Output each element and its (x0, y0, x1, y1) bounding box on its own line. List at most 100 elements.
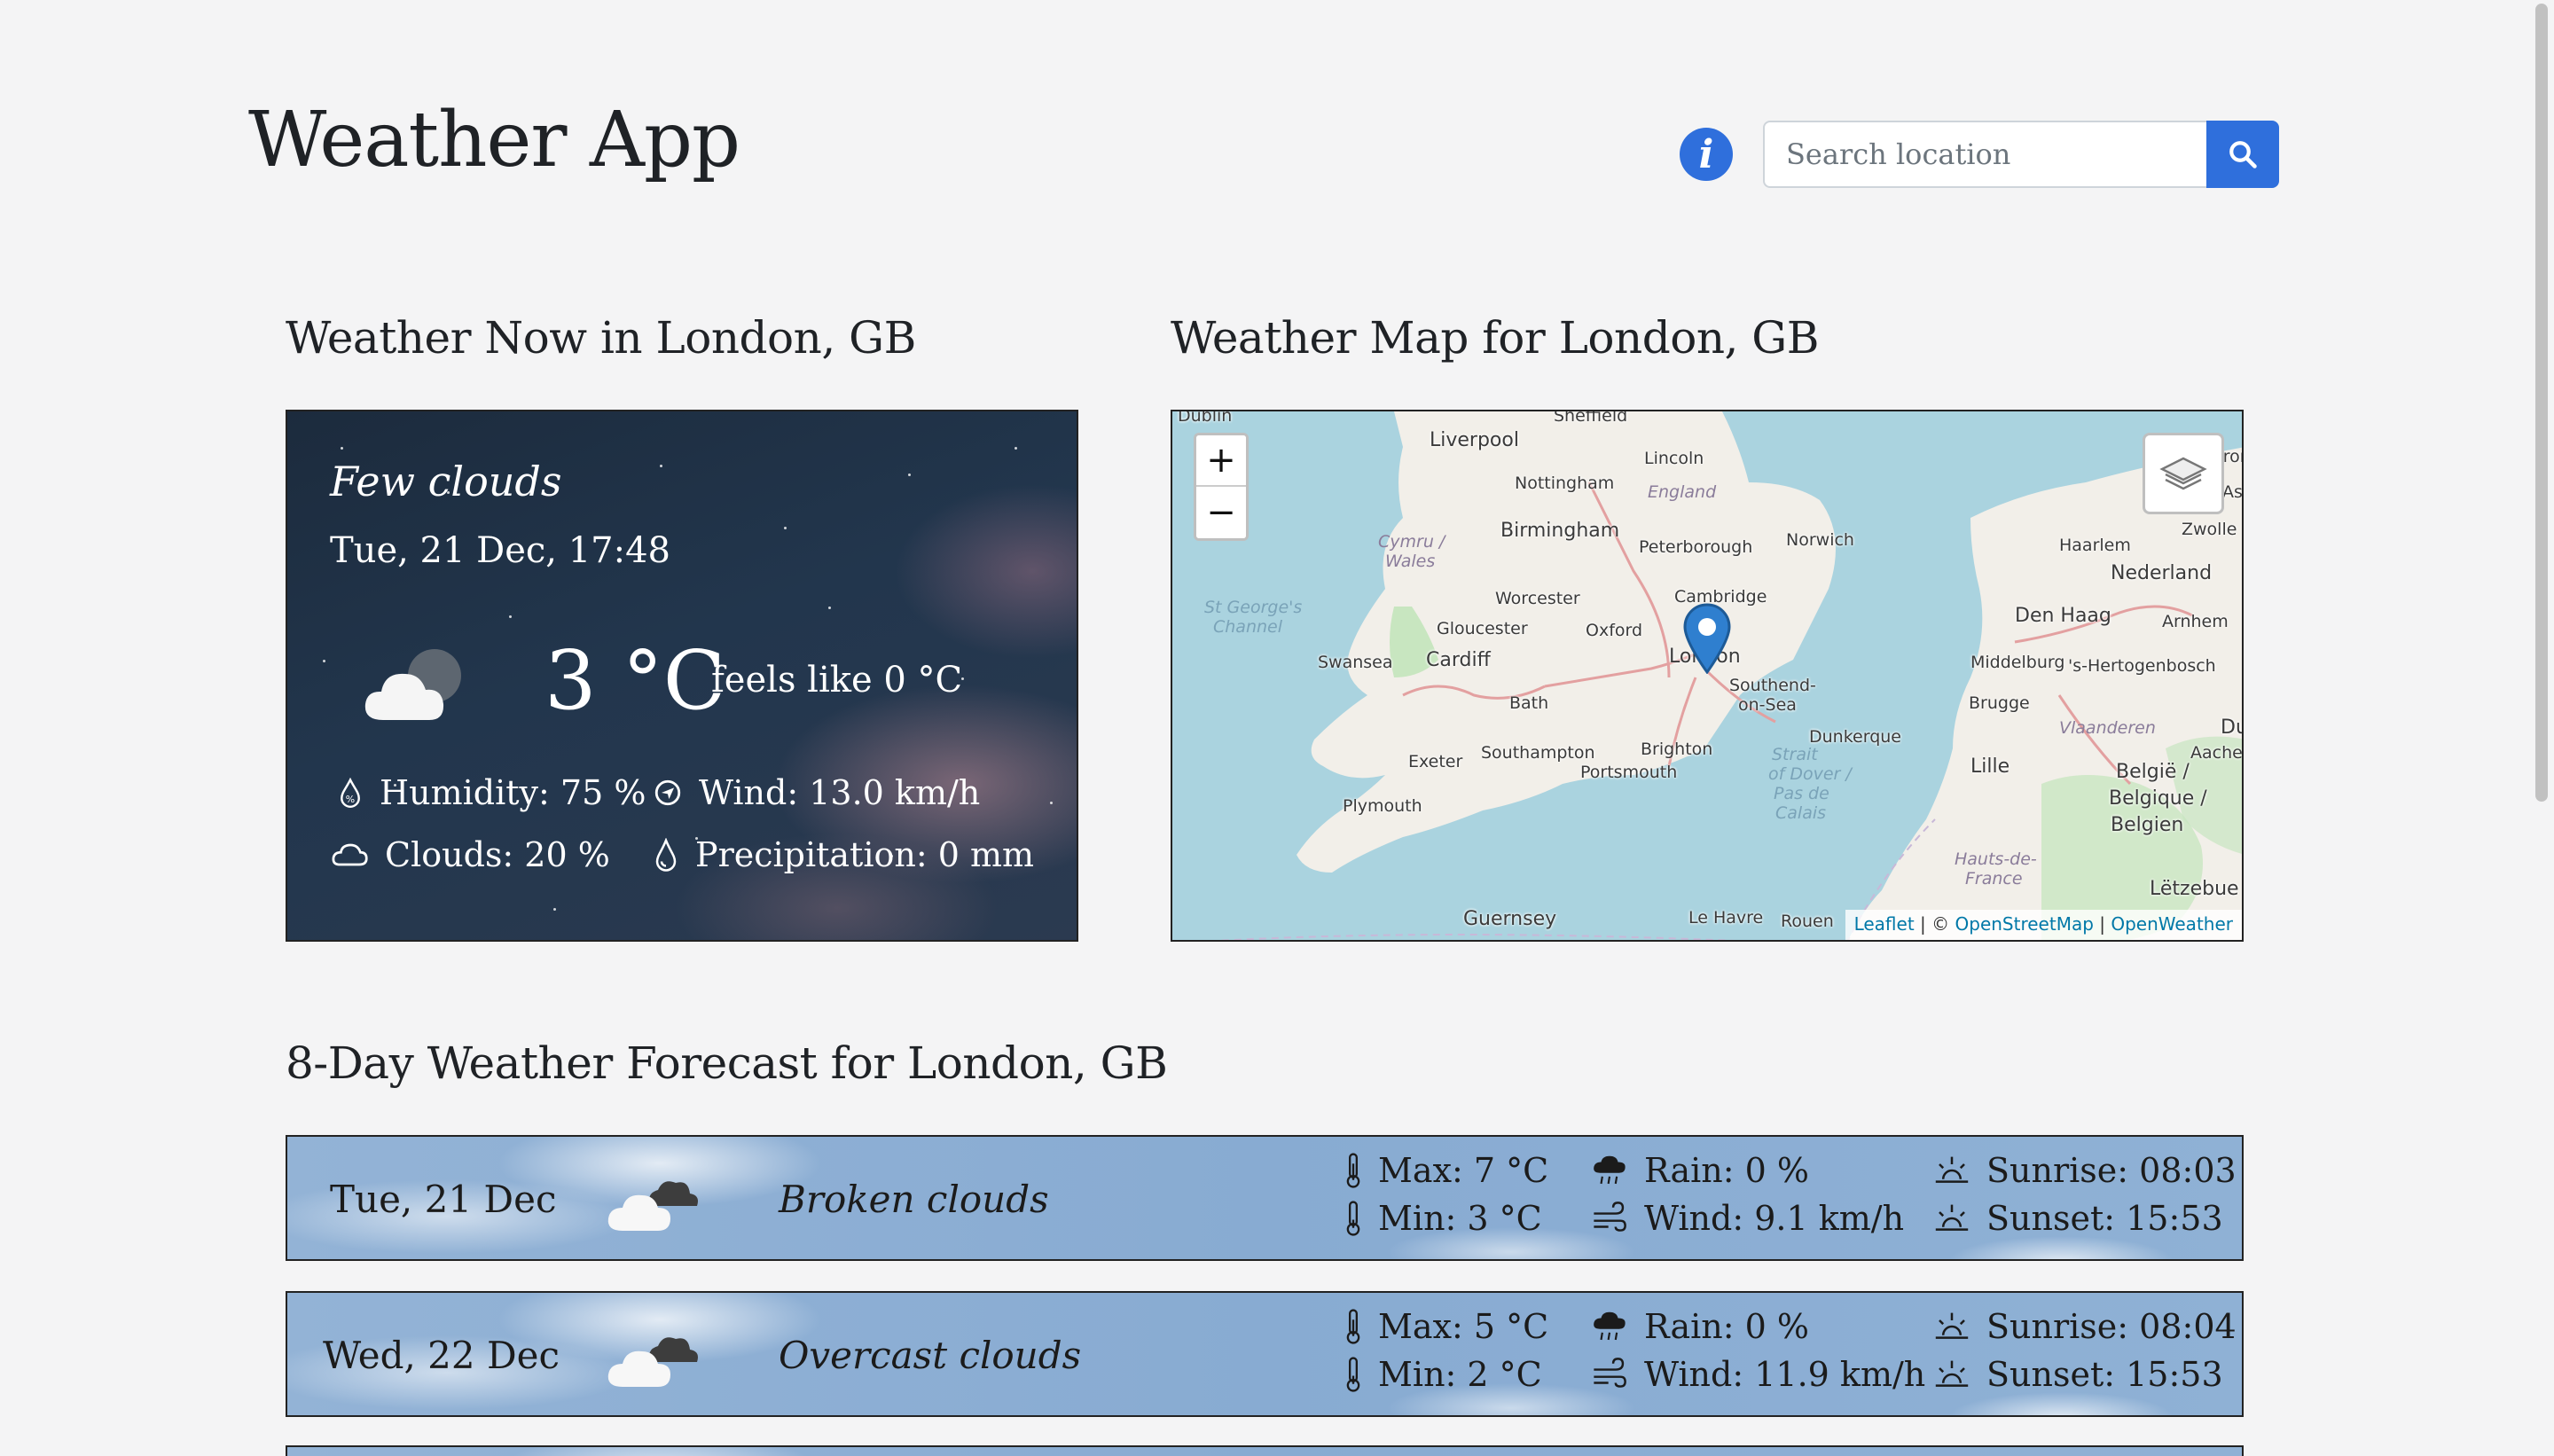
forecast-wind: Wind: 9.1 km/h (1591, 1199, 1904, 1238)
map-marker-icon[interactable] (1683, 603, 1731, 674)
forecast-heading: 8-Day Weather Forecast for London, GB (286, 1037, 1168, 1089)
clouds-text: Clouds: 20 % (385, 835, 610, 874)
map-label: Swansea (1318, 653, 1393, 672)
map-label: of Dover / (1768, 764, 1852, 784)
leaflet-link[interactable]: Leaflet (1854, 913, 1915, 935)
scrollbar-thumb[interactable] (2535, 4, 2548, 802)
map-label: Oxford (1586, 621, 1643, 640)
forecast-rain-text: Rain: 0 % (1644, 1151, 1810, 1190)
forecast-description: Overcast clouds (779, 1334, 1082, 1377)
map-label: België / (2116, 761, 2190, 783)
forecast-max-text: Max: 5 °C (1378, 1307, 1549, 1346)
forecast-max: Max: 7 °C (1344, 1151, 1548, 1190)
map-label: Channel (1213, 617, 1283, 637)
forecast-row: Tue, 21 Dec Broken clouds Max: 7 °C Min:… (286, 1135, 2244, 1261)
forecast-sunrise-text: Sunrise: 08:03 (1986, 1151, 2237, 1190)
openweather-link[interactable]: OpenWeather (2111, 913, 2233, 935)
broken-clouds-icon (607, 1181, 698, 1231)
map-label: Aachen (2190, 743, 2243, 763)
map-label: on-Sea (1738, 695, 1797, 715)
forecast-sunrise-text: Sunrise: 08:04 (1986, 1307, 2237, 1346)
weather-description: Few clouds (330, 458, 562, 505)
openstreetmap-link[interactable]: OpenStreetMap (1955, 913, 2094, 935)
weather-map[interactable]: Dublin Sheffield Liverpool Lincoln Notti… (1171, 410, 2244, 942)
app-title: Weather App (248, 96, 740, 184)
few-clouds-night-icon (364, 649, 461, 720)
sunset-icon (1935, 1360, 1969, 1387)
forecast-min-text: Min: 3 °C (1378, 1199, 1542, 1238)
precipitation-text: Precipitation: 0 mm (695, 835, 1035, 874)
search-bar (1763, 121, 2279, 188)
svg-text:%: % (346, 794, 355, 805)
map-label: Zwolle (2182, 520, 2237, 539)
humidity-detail: % Humidity: 75 % (337, 773, 646, 812)
current-temperature: 3 °C (544, 633, 726, 728)
map-label: As (2222, 482, 2243, 502)
humidity-text: Humidity: 75 % (380, 773, 646, 812)
forecast-min: Min: 3 °C (1344, 1199, 1542, 1238)
forecast-min: Min: 2 °C (1344, 1355, 1542, 1394)
thermometer-icon (1346, 1153, 1360, 1188)
map-label: Birmingham (1500, 520, 1620, 542)
map-label: France (1965, 869, 2023, 888)
map-label: Arnhem (2162, 612, 2229, 631)
map-label: Sheffield (1554, 410, 1628, 426)
feels-like: feels like 0 °C (711, 660, 963, 701)
map-label: St George's (1204, 598, 1303, 617)
wind-text: Wind: 13.0 km/h (699, 773, 981, 812)
map-attribution: Leaflet | © OpenStreetMap | OpenWeather (1845, 910, 2242, 940)
humidity-icon: % (341, 778, 360, 808)
forecast-rain-text: Rain: 0 % (1644, 1307, 1810, 1346)
map-label: Portsmouth (1580, 763, 1678, 782)
thermometer-icon (1346, 1201, 1360, 1236)
wind-icon (1594, 1358, 1626, 1388)
map-label: Cardiff (1426, 649, 1491, 671)
search-input[interactable] (1763, 121, 2206, 188)
map-label: Belgique / (2109, 787, 2207, 810)
forecast-row-partial (286, 1445, 2244, 1456)
rain-cloud-icon (1594, 1155, 1626, 1185)
zoom-out-button[interactable]: − (1196, 487, 1246, 538)
forecast-wind: Wind: 11.9 km/h (1591, 1355, 1925, 1394)
map-label: Pas de (1774, 784, 1829, 803)
zoom-in-button[interactable]: + (1196, 435, 1246, 487)
layers-button[interactable] (2143, 433, 2224, 514)
sunrise-icon (1935, 1312, 1969, 1339)
page-scrollbar[interactable] (2529, 0, 2554, 1456)
map-label: Wales (1385, 552, 1436, 571)
info-button[interactable]: i (1680, 128, 1733, 181)
forecast-sunset: Sunset: 15:53 (1933, 1199, 2223, 1238)
map-label: Liverpool (1430, 429, 1519, 451)
forecast-sunset: Sunset: 15:53 (1933, 1355, 2223, 1394)
map-label: 's-Hertogenbosch (2068, 656, 2216, 676)
map-label: Calais (1775, 803, 1827, 823)
info-icon: i (1698, 131, 1714, 177)
layers-icon (2159, 457, 2207, 490)
cloud-icon (332, 843, 368, 866)
forecast-rain: Rain: 0 % (1591, 1307, 1809, 1346)
forecast-sunrise: Sunrise: 08:03 (1933, 1151, 2237, 1190)
map-label: Peterborough (1639, 537, 1753, 557)
map-label: Dublin (1178, 410, 1233, 426)
map-label: Nederland (2111, 562, 2213, 584)
map-label: Strait (1772, 745, 1818, 764)
map-label: Brighton (1641, 740, 1713, 759)
map-label: Rouen (1781, 912, 1834, 931)
forecast-max: Max: 5 °C (1344, 1307, 1548, 1346)
forecast-wind-text: Wind: 9.1 km/h (1644, 1199, 1905, 1238)
thermometer-icon (1346, 1309, 1360, 1344)
map-label: Vlaanderen (2059, 718, 2156, 738)
sunrise-icon (1935, 1156, 1969, 1183)
wind-detail: Wind: 13.0 km/h (653, 773, 980, 812)
wind-direction-icon (654, 779, 681, 806)
attribution-separator: | (2093, 913, 2111, 935)
map-label: Norwich (1786, 530, 1854, 550)
map-label: Belgien (2111, 814, 2184, 836)
weather-now-heading: Weather Now in London, GB (286, 312, 916, 364)
map-label: Cymru / (1378, 532, 1445, 552)
forecast-max-text: Max: 7 °C (1378, 1151, 1549, 1190)
map-label: Le Havre (1688, 908, 1764, 928)
map-zoom-control: + − (1194, 433, 1249, 541)
search-button[interactable] (2206, 121, 2279, 188)
forecast-date: Wed, 22 Dec (323, 1334, 560, 1377)
